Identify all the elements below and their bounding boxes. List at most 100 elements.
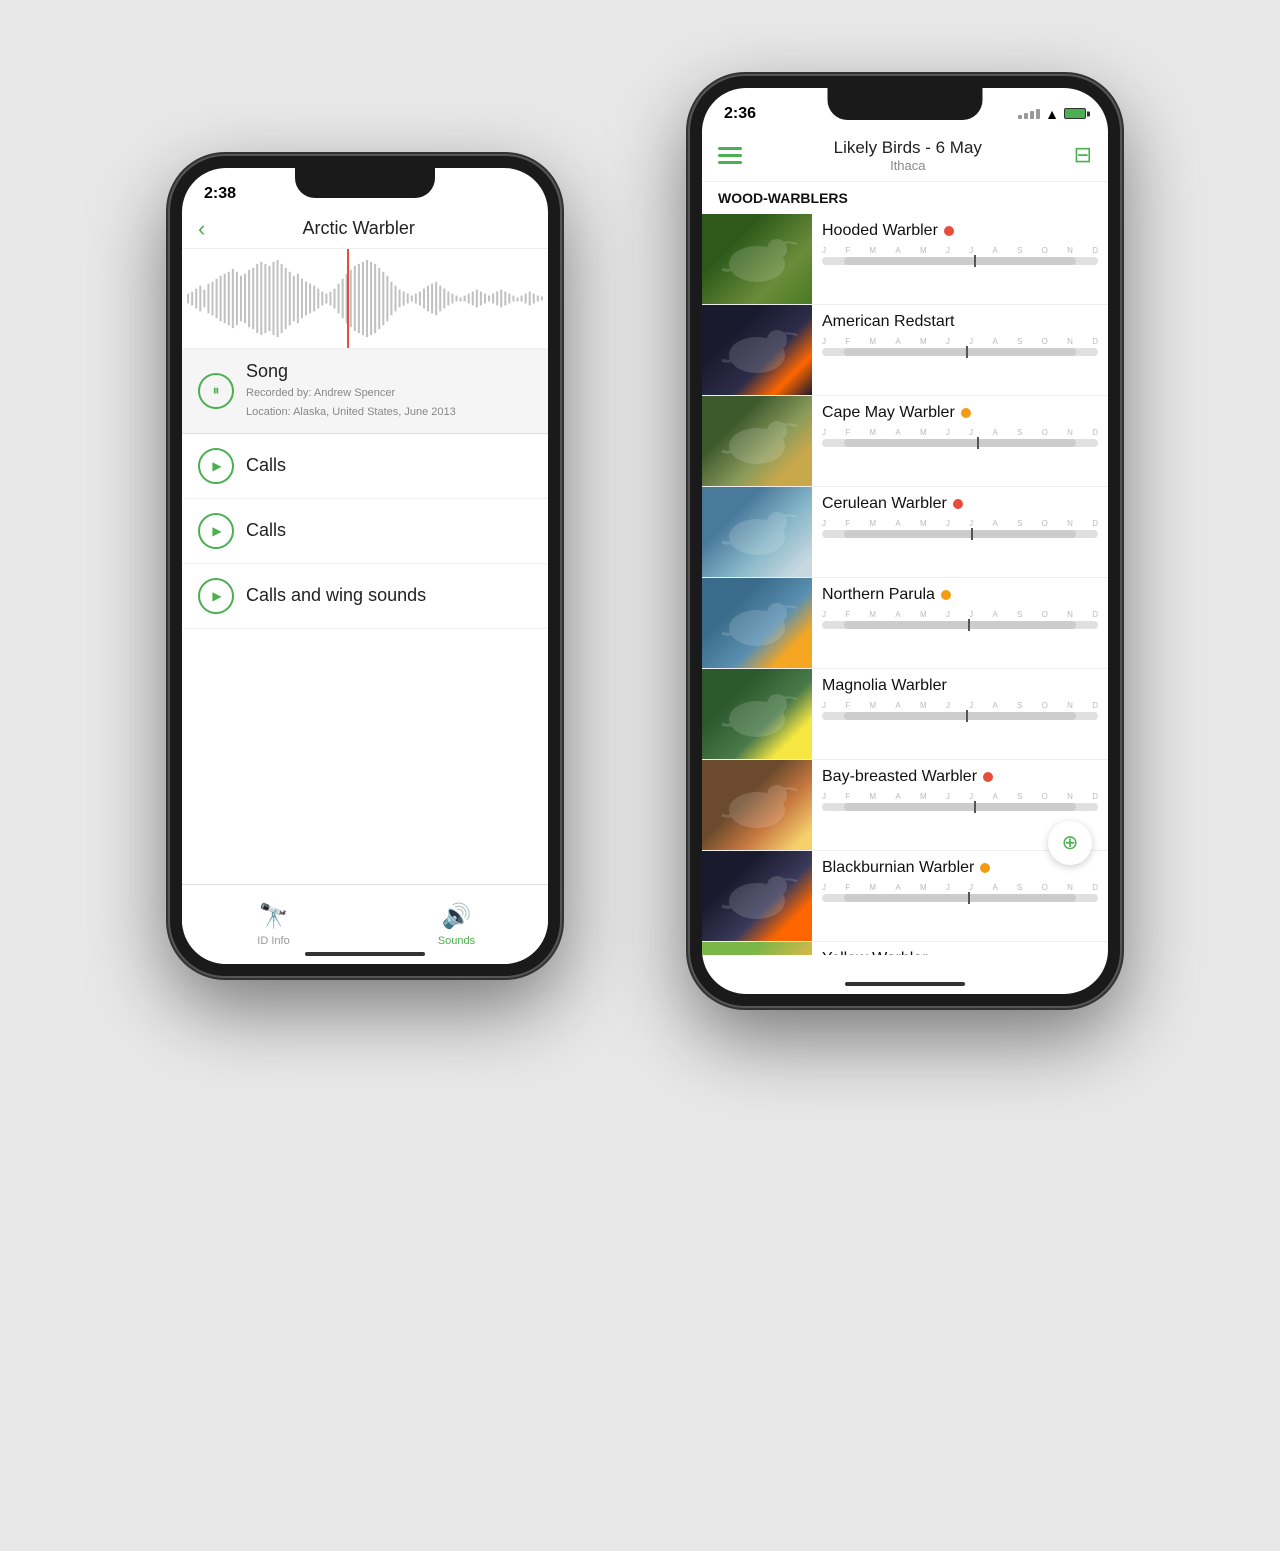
bird-image-2 bbox=[702, 305, 812, 395]
battery-icon bbox=[1064, 108, 1086, 119]
hamburger-line-2 bbox=[718, 154, 742, 157]
tab-bar-back: 🔭 ID Info 🔊 Sounds bbox=[182, 884, 548, 964]
pause-icon: ⏸ bbox=[213, 382, 220, 399]
bird-item-1[interactable]: Hooded WarblerJFMAMJJASOND bbox=[702, 214, 1108, 305]
sounds-icon: 🔊 bbox=[442, 902, 472, 931]
location-fab[interactable]: ⊕ bbox=[1048, 821, 1092, 865]
bird-item-6[interactable]: Magnolia WarblerJFMAMJJASOND bbox=[702, 669, 1108, 760]
location-icon: ⊕ bbox=[1062, 830, 1079, 855]
home-indicator-back bbox=[305, 952, 425, 956]
phone-front: 2:36 ▲ bbox=[690, 76, 1120, 1006]
bird-status-dot-5 bbox=[941, 590, 951, 600]
bird-image-4 bbox=[702, 487, 812, 577]
hamburger-line-3 bbox=[718, 161, 742, 164]
calls-item-1[interactable]: ▶ Calls bbox=[182, 434, 548, 499]
bird-status-dot-1 bbox=[944, 226, 954, 236]
bird-name-2: American Redstart bbox=[822, 313, 955, 331]
bird-thumb-6 bbox=[702, 669, 812, 759]
playhead bbox=[347, 249, 349, 348]
bird-image-3 bbox=[702, 396, 812, 486]
bird-item-5[interactable]: Northern ParulaJFMAMJJASOND bbox=[702, 578, 1108, 669]
bird-name-4: Cerulean Warbler bbox=[822, 495, 947, 513]
bird-status-dot-3 bbox=[961, 408, 971, 418]
arctic-header: ‹ Arctic Warbler bbox=[182, 212, 548, 249]
wifi-icon: ▲ bbox=[1045, 106, 1059, 122]
bird-status-dot-8 bbox=[980, 863, 990, 873]
tab-sounds-label: Sounds bbox=[438, 935, 475, 947]
bird-name-7: Bay-breasted Warbler bbox=[822, 768, 977, 786]
bird-name-5: Northern Parula bbox=[822, 586, 935, 604]
bird-item-4[interactable]: Cerulean WarblerJFMAMJJASOND bbox=[702, 487, 1108, 578]
likely-header: Likely Birds - 6 May Ithaca ⊟ bbox=[702, 132, 1108, 182]
bird-info-4: Cerulean WarblerJFMAMJJASOND bbox=[812, 487, 1108, 577]
back-button[interactable]: ‹ bbox=[198, 218, 205, 240]
calls-label-2: Calls bbox=[246, 520, 286, 541]
calls-wing-label: Calls and wing sounds bbox=[246, 585, 426, 606]
play-icon-2: ▶ bbox=[212, 524, 221, 538]
bird-name-6: Magnolia Warbler bbox=[822, 677, 947, 695]
bird-thumb-4 bbox=[702, 487, 812, 577]
bird-image-6 bbox=[702, 669, 812, 759]
signal-icon bbox=[1018, 109, 1040, 119]
tab-id-info[interactable]: 🔭 ID Info bbox=[182, 902, 365, 947]
bird-image-8 bbox=[702, 851, 812, 941]
bird-status-dot-7 bbox=[983, 772, 993, 782]
binoculars-icon: 🔭 bbox=[259, 902, 289, 931]
status-time-front: 2:36 bbox=[724, 105, 756, 123]
bird-name-1: Hooded Warbler bbox=[822, 222, 938, 240]
waveform[interactable] bbox=[182, 249, 548, 349]
section-header: WOOD-WARBLERS bbox=[702, 182, 1108, 214]
bird-list[interactable]: Hooded WarblerJFMAMJJASOND American Reds… bbox=[702, 214, 1108, 955]
bird-item-7[interactable]: Bay-breasted WarblerJFMAMJJASOND bbox=[702, 760, 1108, 851]
bird-name-8: Blackburnian Warbler bbox=[822, 859, 974, 877]
header-title-group: Likely Birds - 6 May Ithaca bbox=[742, 138, 1074, 173]
bird-info-3: Cape May WarblerJFMAMJJASOND bbox=[812, 396, 1108, 486]
pause-button[interactable]: ⏸ bbox=[198, 373, 234, 409]
bird-info-5: Northern ParulaJFMAMJJASOND bbox=[812, 578, 1108, 668]
bird-item-9[interactable]: Yellow WarblerJFMAMJJASOND bbox=[702, 942, 1108, 955]
notch-back bbox=[295, 168, 435, 198]
bird-thumb-5 bbox=[702, 578, 812, 668]
bird-image-1 bbox=[702, 214, 812, 304]
play-icon-1: ▶ bbox=[212, 459, 221, 473]
calls-wing-item[interactable]: ▶ Calls and wing sounds bbox=[182, 564, 548, 629]
screen-front: 2:36 ▲ bbox=[702, 88, 1108, 994]
header-title: Likely Birds - 6 May bbox=[742, 138, 1074, 158]
bird-thumb-8 bbox=[702, 851, 812, 941]
bird-name-3: Cape May Warbler bbox=[822, 404, 955, 422]
bird-item-8[interactable]: Blackburnian WarblerJFMAMJJASOND bbox=[702, 851, 1108, 942]
status-icons-front: ▲ bbox=[1018, 106, 1086, 122]
bird-item-3[interactable]: Cape May WarblerJFMAMJJASOND bbox=[702, 396, 1108, 487]
screen-back: 2:38 ‹ Arctic Warbler bbox=[182, 168, 548, 964]
play-button-3[interactable]: ▶ bbox=[198, 578, 234, 614]
status-time-back: 2:38 bbox=[204, 185, 236, 203]
song-section: ⏸ Song Recorded by: Andrew Spencer Locat… bbox=[182, 349, 548, 434]
arctic-title: Arctic Warbler bbox=[215, 218, 502, 239]
bird-status-dot-4 bbox=[953, 499, 963, 509]
header-subtitle: Ithaca bbox=[742, 158, 1074, 173]
home-indicator-front bbox=[845, 982, 965, 986]
bird-item-2[interactable]: American RedstartJFMAMJJASOND bbox=[702, 305, 1108, 396]
bird-image-7 bbox=[702, 760, 812, 850]
bird-thumb-1 bbox=[702, 214, 812, 304]
bird-name-9: Yellow Warbler bbox=[822, 950, 928, 955]
bird-info-9: Yellow WarblerJFMAMJJASOND bbox=[812, 942, 1108, 955]
bird-image-9 bbox=[702, 942, 812, 955]
calls-label-1: Calls bbox=[246, 455, 286, 476]
hamburger-menu[interactable] bbox=[718, 147, 742, 164]
bird-image-5 bbox=[702, 578, 812, 668]
play-icon-3: ▶ bbox=[212, 589, 221, 603]
bird-thumb-3 bbox=[702, 396, 812, 486]
play-button-1[interactable]: ▶ bbox=[198, 448, 234, 484]
song-meta-line1: Recorded by: Andrew Spencer bbox=[246, 385, 456, 402]
bird-info-6: Magnolia WarblerJFMAMJJASOND bbox=[812, 669, 1108, 759]
bird-thumb-2 bbox=[702, 305, 812, 395]
tab-sounds[interactable]: 🔊 Sounds bbox=[365, 902, 548, 947]
bird-info-2: American RedstartJFMAMJJASOND bbox=[812, 305, 1108, 395]
calls-item-2[interactable]: ▶ Calls bbox=[182, 499, 548, 564]
filter-icon[interactable]: ⊟ bbox=[1074, 142, 1092, 168]
phone-back: 2:38 ‹ Arctic Warbler bbox=[170, 156, 560, 976]
play-button-2[interactable]: ▶ bbox=[198, 513, 234, 549]
tab-id-info-label: ID Info bbox=[257, 935, 289, 947]
bird-thumb-7 bbox=[702, 760, 812, 850]
